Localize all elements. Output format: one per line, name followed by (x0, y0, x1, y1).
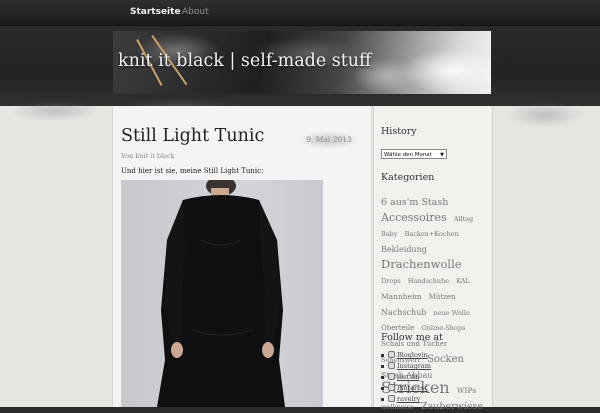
nav-item-about[interactable]: About (182, 7, 209, 17)
sidebar: History Wähle den Monat ▼ Kategorien 6 a… (373, 106, 493, 411)
bullet-icon (381, 354, 384, 357)
category-tag[interactable]: Mützen (429, 293, 456, 301)
follow-link-label[interactable]: Bloglovin (397, 351, 428, 359)
categories-heading: Kategorien (381, 172, 435, 183)
post-photo[interactable] (121, 180, 323, 407)
history-heading: History (381, 126, 417, 137)
site-title[interactable]: knit it black | self-made stuff (118, 51, 372, 71)
category-tag[interactable]: Drachenwolle (381, 257, 462, 271)
follow-link-label[interactable]: ravelry (397, 395, 420, 403)
category-tag[interactable]: 6 aus'm Stash (381, 197, 448, 208)
post-author: Von knit it black (121, 152, 175, 160)
category-tag[interactable]: Backen+Kochen (405, 230, 459, 238)
category-tag[interactable]: neue Wolle (434, 309, 470, 317)
site-banner[interactable]: knit it black | self-made stuff (113, 31, 491, 94)
follow-link-label[interactable]: last.fm (397, 373, 420, 381)
post-title[interactable]: Still Light Tunic (121, 126, 264, 146)
tunic-photo-figure (157, 180, 285, 407)
post-date: 9. Mai 2013 (300, 132, 358, 148)
follow-link-label[interactable]: Pinterest (397, 384, 427, 392)
chevron-down-icon: ▼ (440, 152, 444, 158)
top-navigation: Startseite About (0, 0, 600, 26)
texture-smudge (505, 102, 585, 128)
ravelry-icon (388, 395, 395, 402)
lastfm-icon (388, 373, 395, 380)
post-intro-text: Und hier ist sie, meine Still Light Tuni… (121, 167, 264, 175)
follow-heading: Follow me at (381, 332, 443, 343)
archive-month-select[interactable]: Wähle den Monat ▼ (381, 149, 447, 159)
bullet-icon (381, 376, 384, 379)
archive-select-value: Wähle den Monat (384, 152, 432, 158)
category-tag[interactable]: Baby (381, 230, 398, 238)
bullet-icon (381, 365, 384, 368)
bullet-icon (381, 387, 384, 390)
category-tag[interactable]: Mannheim (381, 292, 422, 301)
bloglovin-icon (388, 351, 395, 358)
main-content: Still Light Tunic 9. Mai 2013 Von knit i… (112, 106, 372, 407)
category-tag[interactable]: Bekleidung (381, 245, 427, 254)
category-tag[interactable]: Alltag (454, 215, 474, 223)
follow-link-label[interactable]: Instagram (397, 362, 431, 370)
texture-smudge (10, 100, 100, 122)
category-tag[interactable]: Accessoires (381, 211, 447, 224)
category-tag[interactable]: Socken (427, 354, 464, 365)
category-tag[interactable]: KAL (456, 277, 470, 285)
category-tag[interactable]: Zauberwiese (421, 401, 483, 412)
bullet-icon (381, 398, 384, 401)
category-tag[interactable]: Drops (381, 277, 401, 285)
category-tag[interactable]: Nachschub (381, 308, 426, 317)
instagram-icon (388, 362, 395, 369)
category-tag[interactable]: WIPs (457, 386, 476, 395)
pinterest-icon (388, 384, 395, 391)
nav-item-startseite[interactable]: Startseite (130, 7, 181, 17)
category-tag[interactable]: Handschuhe (408, 277, 449, 285)
